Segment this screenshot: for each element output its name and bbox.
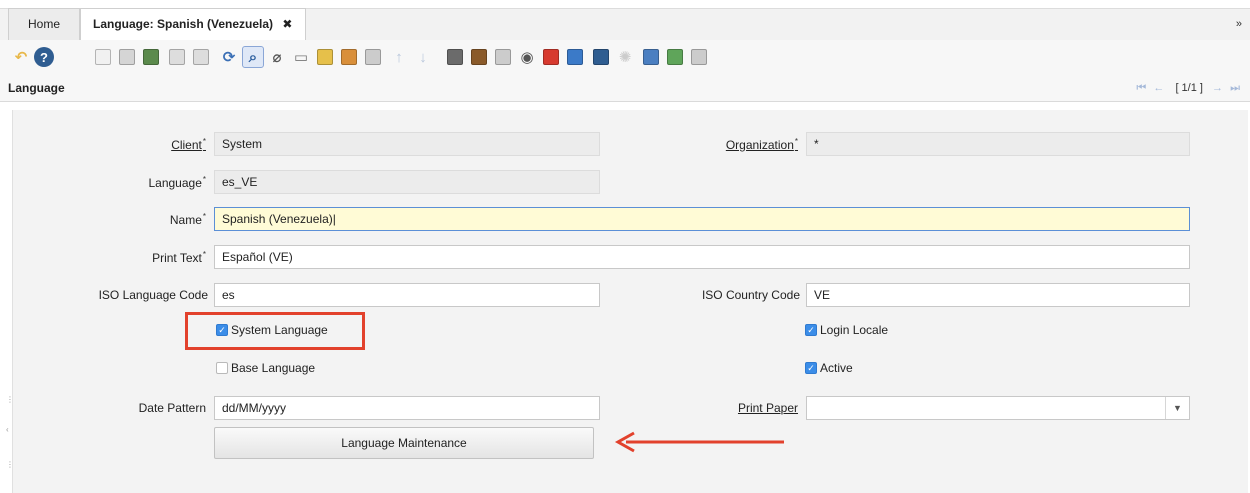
chat-icon[interactable]: ▭ <box>290 46 312 68</box>
process-icon[interactable]: ✺ <box>614 46 636 68</box>
history-icon[interactable] <box>314 46 336 68</box>
next-tab-icon[interactable]: ↓ <box>412 46 434 68</box>
save-new-icon[interactable] <box>190 46 212 68</box>
chevron-down-icon[interactable]: ▼ <box>1165 397 1189 419</box>
date-pattern-label: Date Pattern <box>138 401 206 415</box>
export-icon[interactable] <box>640 46 662 68</box>
iso-country-code-input[interactable]: VE <box>806 283 1190 307</box>
print-icon[interactable] <box>492 46 514 68</box>
detail-icon[interactable] <box>362 46 384 68</box>
date-pattern-input[interactable]: dd/MM/yyyy <box>214 396 600 420</box>
base-language-label: Base Language <box>231 361 316 375</box>
print-paper-select[interactable]: ▼ <box>806 396 1190 420</box>
base-language-checkbox[interactable]: Base Language <box>216 361 315 375</box>
previous-tab-icon[interactable]: ↑ <box>388 46 410 68</box>
client-label[interactable]: Client* <box>100 137 206 152</box>
first-record-icon[interactable]: ⏮ <box>1136 82 1148 94</box>
language-field: es_VE <box>214 170 600 194</box>
attachment-icon[interactable]: ⌀ <box>266 46 288 68</box>
zoom-across-icon[interactable]: ◉ <box>516 46 538 68</box>
archive-icon[interactable] <box>468 46 490 68</box>
tab-home[interactable]: Home <box>8 8 80 40</box>
print-paper-label[interactable]: Print Paper <box>690 401 798 415</box>
checkbox-checked-icon: ✓ <box>805 362 817 374</box>
record-navigation: ⏮ ← [ 1/1 ] → ⏭ <box>1136 82 1242 95</box>
language-label: Language* <box>148 175 206 190</box>
copy-record-icon[interactable] <box>116 46 138 68</box>
help-icon[interactable]: ? <box>34 47 54 67</box>
tab-active-label: Language: Spanish (Venezuela) <box>93 17 274 31</box>
iso-language-code-input[interactable]: es <box>214 283 600 307</box>
checkbox-checked-icon: ✓ <box>805 324 817 336</box>
collapse-icon[interactable]: » <box>1236 18 1242 30</box>
last-record-icon[interactable]: ⏭ <box>1230 82 1242 94</box>
new-record-icon[interactable] <box>92 46 114 68</box>
window-title-row: Language ⏮ ← [ 1/1 ] → ⏭ <box>0 74 1250 102</box>
report-icon[interactable] <box>444 46 466 68</box>
toolbar: ↶? ⟳ ⌕ ⌀ ▭ ↑ ↓ ◉ ✺ <box>0 40 1250 74</box>
import-icon[interactable] <box>664 46 686 68</box>
request-icon[interactable] <box>540 46 562 68</box>
product-info-icon[interactable] <box>564 46 586 68</box>
organization-field: * <box>806 132 1190 156</box>
undo-icon[interactable]: ↶ <box>10 46 32 68</box>
print-text-input[interactable]: Español (VE) <box>214 245 1190 269</box>
record-indicator: [ 1/1 ] <box>1175 82 1203 94</box>
tab-language-spanish-venezuela[interactable]: Language: Spanish (Venezuela) ✖ <box>80 8 306 41</box>
next-record-icon[interactable]: → <box>1212 82 1225 94</box>
client-field: System <box>214 132 600 156</box>
previous-record-icon[interactable]: ← <box>1153 82 1166 94</box>
active-checkbox[interactable]: ✓ Active <box>805 361 853 375</box>
page-title: Language <box>8 81 65 95</box>
tab-home-label: Home <box>27 17 60 31</box>
organization-label[interactable]: Organization* <box>690 137 798 152</box>
delete-record-icon[interactable] <box>140 46 162 68</box>
grid-toggle-icon[interactable] <box>338 46 360 68</box>
print-text-label: Print Text* <box>152 250 206 265</box>
iso-country-code-label: ISO Country Code <box>701 288 800 302</box>
login-locale-checkbox[interactable]: ✓ Login Locale <box>805 323 888 337</box>
customize-icon[interactable] <box>688 46 710 68</box>
annotation-highlight-box <box>185 312 365 350</box>
find-icon[interactable]: ⌕ <box>242 46 264 68</box>
save-icon[interactable] <box>166 46 188 68</box>
iso-language-code-label: ISO Language Code <box>98 288 208 302</box>
name-input[interactable]: Spanish (Venezuela)| <box>214 207 1190 231</box>
annotation-arrow-icon <box>614 431 784 453</box>
refresh-icon[interactable]: ⟳ <box>218 46 240 68</box>
language-maintenance-button[interactable]: Language Maintenance <box>214 427 594 459</box>
close-icon[interactable]: ✖ <box>282 17 292 31</box>
active-label: Active <box>820 361 853 375</box>
login-locale-label: Login Locale <box>820 323 889 337</box>
tab-bar: Home Language: Spanish (Venezuela) ✖ » <box>0 0 1250 41</box>
name-label: Name* <box>169 212 206 227</box>
workflow-icon[interactable] <box>590 46 612 68</box>
splitter-collapse-icon[interactable]: ‹ <box>6 425 9 434</box>
checkbox-unchecked-icon <box>216 362 228 374</box>
